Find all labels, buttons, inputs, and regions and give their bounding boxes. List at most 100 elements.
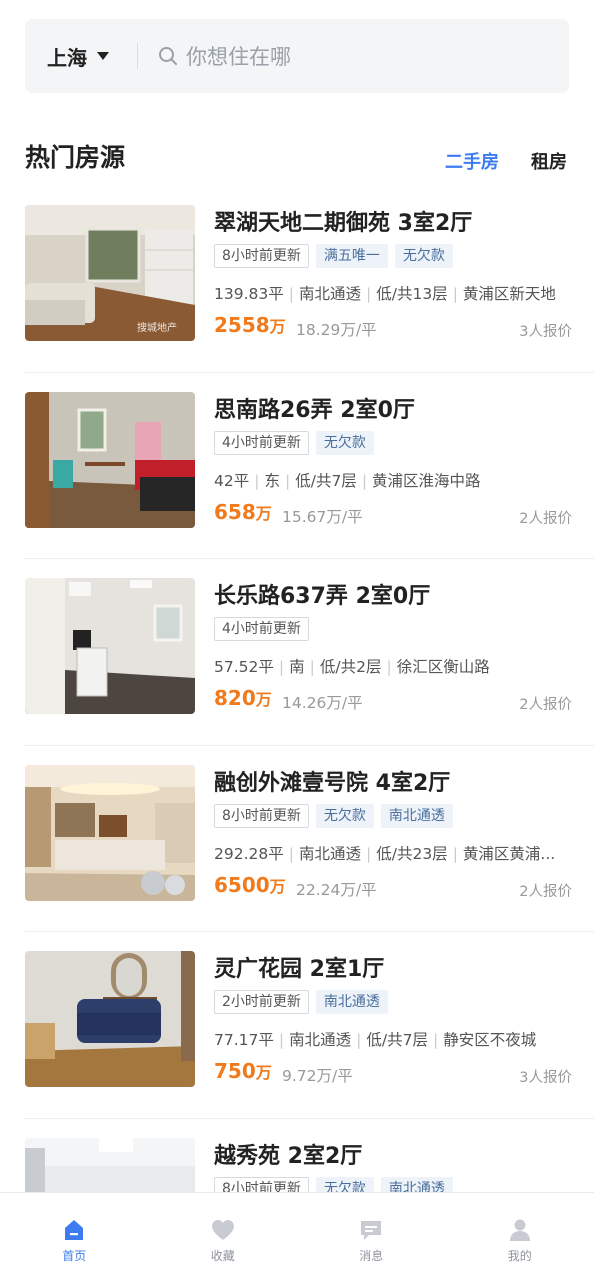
total-price: 6500万 xyxy=(214,873,286,897)
offer-count: 2人报价 xyxy=(519,883,572,900)
update-time-tag: 2小时前更新 xyxy=(214,990,309,1014)
update-time-tag: 4小时前更新 xyxy=(214,430,309,455)
listing-photo xyxy=(25,578,195,714)
feature-tag: 南北通透 xyxy=(380,803,453,828)
listing-card[interactable]: 长乐路637弄 2室0厅 4小时前更新 57.52平 | 南 | 低/共2层 | 徐汇区衡山路 8… xyxy=(25,559,594,746)
listing-card[interactable]: 融创外滩壹号院 4室2厅 8小时前更新 无欠款 南北通透 292.28平 | 南北通透 | 低/… xyxy=(25,746,594,932)
listing-tags: 4小时前更新 xyxy=(214,617,309,641)
price-unit: 万 xyxy=(269,317,286,336)
meta-divider: | xyxy=(366,844,372,863)
offer-count: 2人报价 xyxy=(519,697,572,713)
section-header: 热门房源 二手房 租房 xyxy=(25,138,569,178)
meta-divider: | xyxy=(452,844,458,863)
tab-label: 我的 xyxy=(507,1249,532,1263)
listing-title: 翠湖天地二期御苑 3室2厅 xyxy=(214,211,473,236)
tab-rent[interactable]: 租房 xyxy=(531,148,567,174)
tab-label: 首页 xyxy=(62,1249,87,1263)
total-price: 820万 xyxy=(214,686,272,710)
meta-divider: | xyxy=(288,285,294,303)
home-icon xyxy=(65,1220,84,1240)
unit-price: 9.72万/平 xyxy=(282,1067,353,1085)
offer-count: 3人报价 xyxy=(519,1070,572,1086)
search-input[interactable]: 你想住在哪 xyxy=(138,19,569,93)
listing-tags: 2小时前更新 南北通透 xyxy=(214,990,388,1014)
heart-icon xyxy=(211,1220,234,1240)
meta-divider: | xyxy=(356,1031,362,1049)
price-unit: 万 xyxy=(269,876,286,896)
user-icon xyxy=(509,1219,530,1241)
total-price: 658万 xyxy=(214,500,272,524)
feature-tag: 满五唯一 xyxy=(315,244,388,268)
meta-divider: | xyxy=(361,471,368,490)
offer-count: 3人报价 xyxy=(519,324,572,340)
meta-divider: | xyxy=(254,471,260,490)
meta-item: 黄浦区黄浦... xyxy=(462,844,556,863)
meta-divider: | xyxy=(284,471,291,490)
unit-price: 15.67万/平 xyxy=(282,507,363,526)
update-time-tag: 4小时前更新 xyxy=(214,617,309,641)
meta-item: 静安区不夜城 xyxy=(443,1031,537,1049)
meta-item: 黄浦区新天地 xyxy=(462,285,556,303)
message-icon xyxy=(361,1221,382,1240)
listing-meta: 77.17平 | 南北通透 | 低/共7层 | 静安区不夜城 xyxy=(214,1028,574,1050)
caret-down-icon xyxy=(97,52,109,60)
meta-divider: | xyxy=(309,658,315,676)
meta-item: 低/共2层 xyxy=(319,658,382,676)
listing-card[interactable]: 思南路26弄 2室0厅 4小时前更新 无欠款 42平 | 东 | 低/共7层 | 黄浦区淮海中路 6… xyxy=(25,373,594,559)
meta-item: 黄浦区淮海中路 xyxy=(372,471,481,490)
tab-user[interactable]: 我的 xyxy=(446,1193,594,1280)
listing-title: 灵广花园 2室1厅 xyxy=(214,957,385,982)
update-time-tag: 8小时前更新 xyxy=(214,244,309,268)
price-value: 658 xyxy=(214,499,256,524)
section-title: 热门房源 xyxy=(25,143,126,172)
meta-item: 292.28平 xyxy=(214,844,284,863)
bottom-tab-bar: 首页 收藏 消息 我的 xyxy=(0,1192,594,1280)
listing-title: 越秀苑 2室2厅 xyxy=(214,1143,363,1169)
listing-tags: 4小时前更新 无欠款 xyxy=(214,430,374,455)
search-placeholder: 你想住在哪 xyxy=(186,45,291,69)
price-value: 750 xyxy=(214,1059,256,1083)
tab-second-hand[interactable]: 二手房 xyxy=(445,148,499,174)
unit-price: 14.26万/平 xyxy=(282,694,363,712)
meta-divider: | xyxy=(452,285,458,303)
tab-label: 消息 xyxy=(359,1249,384,1263)
meta-item: 南 xyxy=(289,658,305,676)
unit-price: 22.24万/平 xyxy=(296,880,377,899)
feature-tag: 无欠款 xyxy=(315,803,374,828)
listing-tags: 8小时前更新 无欠款 南北通透 xyxy=(214,803,453,828)
listing-photo xyxy=(25,764,195,901)
listing-list: 搜城地产 翠湖天地二期御苑 3室2厅 8小时前更新 满五唯一 无欠款 139.83平 | 南北… xyxy=(0,186,594,1280)
meta-divider: | xyxy=(432,1031,439,1049)
price-unit: 万 xyxy=(255,690,272,709)
tab-home[interactable]: 首页 xyxy=(0,1193,149,1280)
listing-meta: 139.83平 | 南北通透 | 低/共13层 | 黄浦区新天地 xyxy=(214,282,574,304)
listing-photo xyxy=(25,391,195,528)
listing-card[interactable]: 灵广花园 2室1厅 2小时前更新 南北通透 77.17平 | 南北通透 | 低/共7层 | 静安区… xyxy=(25,932,594,1119)
meta-divider: | xyxy=(288,844,294,863)
price-unit: 万 xyxy=(255,503,272,523)
meta-item: 南北通透 xyxy=(298,285,361,303)
tab-message[interactable]: 消息 xyxy=(297,1193,446,1280)
total-price: 2558万 xyxy=(214,313,286,337)
meta-item: 57.52平 xyxy=(214,658,274,676)
listing-photo xyxy=(25,951,195,1087)
meta-item: 低/共23层 xyxy=(376,844,448,863)
meta-divider: | xyxy=(386,658,392,676)
meta-item: 139.83平 xyxy=(214,285,284,303)
tab-heart[interactable]: 收藏 xyxy=(149,1193,298,1280)
listing-title: 融创外滩壹号院 4室2厅 xyxy=(214,770,451,796)
meta-item: 77.17平 xyxy=(214,1031,274,1049)
price-value: 6500 xyxy=(214,872,270,897)
price-value: 820 xyxy=(214,686,256,710)
listing-title: 思南路26弄 2室0厅 xyxy=(214,397,415,423)
listing-tags: 8小时前更新 满五唯一 无欠款 xyxy=(214,244,453,268)
city-name: 上海 xyxy=(47,45,87,70)
meta-divider: | xyxy=(278,1031,285,1049)
meta-divider: | xyxy=(366,285,372,303)
photo-watermark: 搜城地产 xyxy=(137,323,177,334)
meta-item: 徐汇区衡山路 xyxy=(396,658,490,676)
city-selector[interactable]: 上海 xyxy=(25,19,137,93)
meta-item: 东 xyxy=(264,471,280,490)
feature-tag: 南北通透 xyxy=(315,990,388,1014)
listing-card[interactable]: 搜城地产 翠湖天地二期御苑 3室2厅 8小时前更新 满五唯一 无欠款 139.83平 | 南北… xyxy=(25,186,594,373)
